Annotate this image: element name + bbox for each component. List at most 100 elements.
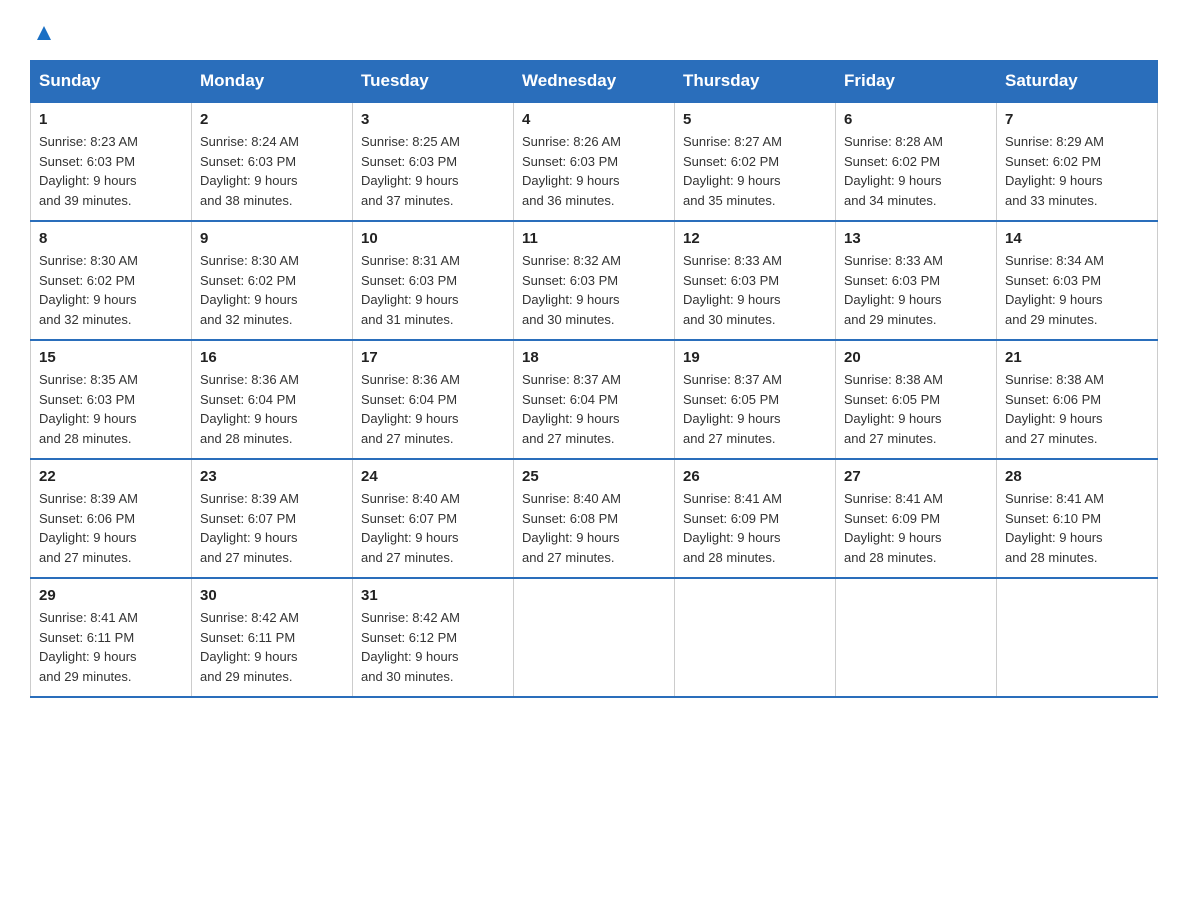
calendar-cell: 26 Sunrise: 8:41 AM Sunset: 6:09 PM Dayl…	[675, 459, 836, 578]
calendar-cell	[675, 578, 836, 697]
calendar-cell: 28 Sunrise: 8:41 AM Sunset: 6:10 PM Dayl…	[997, 459, 1158, 578]
day-info: Sunrise: 8:29 AM Sunset: 6:02 PM Dayligh…	[1005, 132, 1149, 210]
day-number: 28	[1005, 468, 1149, 485]
day-info: Sunrise: 8:42 AM Sunset: 6:11 PM Dayligh…	[200, 608, 344, 686]
calendar-week-3: 15 Sunrise: 8:35 AM Sunset: 6:03 PM Dayl…	[31, 340, 1158, 459]
day-number: 4	[522, 111, 666, 128]
calendar-cell: 24 Sunrise: 8:40 AM Sunset: 6:07 PM Dayl…	[353, 459, 514, 578]
day-number: 13	[844, 230, 988, 247]
day-info: Sunrise: 8:40 AM Sunset: 6:07 PM Dayligh…	[361, 489, 505, 567]
header-tuesday: Tuesday	[353, 61, 514, 103]
day-number: 14	[1005, 230, 1149, 247]
calendar-cell: 27 Sunrise: 8:41 AM Sunset: 6:09 PM Dayl…	[836, 459, 997, 578]
calendar-cell: 19 Sunrise: 8:37 AM Sunset: 6:05 PM Dayl…	[675, 340, 836, 459]
header-wednesday: Wednesday	[514, 61, 675, 103]
calendar-week-5: 29 Sunrise: 8:41 AM Sunset: 6:11 PM Dayl…	[31, 578, 1158, 697]
day-number: 12	[683, 230, 827, 247]
day-number: 10	[361, 230, 505, 247]
day-number: 29	[39, 587, 183, 604]
calendar-cell: 30 Sunrise: 8:42 AM Sunset: 6:11 PM Dayl…	[192, 578, 353, 697]
day-number: 18	[522, 349, 666, 366]
header-sunday: Sunday	[31, 61, 192, 103]
day-number: 15	[39, 349, 183, 366]
calendar-cell: 29 Sunrise: 8:41 AM Sunset: 6:11 PM Dayl…	[31, 578, 192, 697]
header-thursday: Thursday	[675, 61, 836, 103]
calendar-header-row: SundayMondayTuesdayWednesdayThursdayFrid…	[31, 61, 1158, 103]
day-info: Sunrise: 8:37 AM Sunset: 6:05 PM Dayligh…	[683, 370, 827, 448]
logo	[30, 20, 55, 40]
day-info: Sunrise: 8:39 AM Sunset: 6:07 PM Dayligh…	[200, 489, 344, 567]
day-number: 3	[361, 111, 505, 128]
day-info: Sunrise: 8:30 AM Sunset: 6:02 PM Dayligh…	[200, 251, 344, 329]
day-info: Sunrise: 8:31 AM Sunset: 6:03 PM Dayligh…	[361, 251, 505, 329]
day-info: Sunrise: 8:34 AM Sunset: 6:03 PM Dayligh…	[1005, 251, 1149, 329]
calendar-cell: 9 Sunrise: 8:30 AM Sunset: 6:02 PM Dayli…	[192, 221, 353, 340]
day-number: 6	[844, 111, 988, 128]
calendar-cell: 16 Sunrise: 8:36 AM Sunset: 6:04 PM Dayl…	[192, 340, 353, 459]
day-info: Sunrise: 8:36 AM Sunset: 6:04 PM Dayligh…	[361, 370, 505, 448]
calendar-cell: 17 Sunrise: 8:36 AM Sunset: 6:04 PM Dayl…	[353, 340, 514, 459]
day-info: Sunrise: 8:41 AM Sunset: 6:10 PM Dayligh…	[1005, 489, 1149, 567]
day-number: 9	[200, 230, 344, 247]
calendar-cell: 1 Sunrise: 8:23 AM Sunset: 6:03 PM Dayli…	[31, 102, 192, 221]
day-number: 16	[200, 349, 344, 366]
calendar-cell: 4 Sunrise: 8:26 AM Sunset: 6:03 PM Dayli…	[514, 102, 675, 221]
day-info: Sunrise: 8:33 AM Sunset: 6:03 PM Dayligh…	[683, 251, 827, 329]
logo-triangle-icon	[33, 22, 55, 44]
calendar-cell: 7 Sunrise: 8:29 AM Sunset: 6:02 PM Dayli…	[997, 102, 1158, 221]
calendar-cell: 20 Sunrise: 8:38 AM Sunset: 6:05 PM Dayl…	[836, 340, 997, 459]
day-info: Sunrise: 8:42 AM Sunset: 6:12 PM Dayligh…	[361, 608, 505, 686]
day-info: Sunrise: 8:35 AM Sunset: 6:03 PM Dayligh…	[39, 370, 183, 448]
day-number: 17	[361, 349, 505, 366]
day-number: 25	[522, 468, 666, 485]
day-number: 5	[683, 111, 827, 128]
calendar-cell	[514, 578, 675, 697]
calendar-cell: 25 Sunrise: 8:40 AM Sunset: 6:08 PM Dayl…	[514, 459, 675, 578]
day-info: Sunrise: 8:27 AM Sunset: 6:02 PM Dayligh…	[683, 132, 827, 210]
day-info: Sunrise: 8:41 AM Sunset: 6:09 PM Dayligh…	[844, 489, 988, 567]
day-info: Sunrise: 8:24 AM Sunset: 6:03 PM Dayligh…	[200, 132, 344, 210]
day-number: 20	[844, 349, 988, 366]
header-friday: Friday	[836, 61, 997, 103]
header-saturday: Saturday	[997, 61, 1158, 103]
calendar-cell: 6 Sunrise: 8:28 AM Sunset: 6:02 PM Dayli…	[836, 102, 997, 221]
calendar-cell: 10 Sunrise: 8:31 AM Sunset: 6:03 PM Dayl…	[353, 221, 514, 340]
day-info: Sunrise: 8:36 AM Sunset: 6:04 PM Dayligh…	[200, 370, 344, 448]
day-info: Sunrise: 8:32 AM Sunset: 6:03 PM Dayligh…	[522, 251, 666, 329]
calendar-cell: 13 Sunrise: 8:33 AM Sunset: 6:03 PM Dayl…	[836, 221, 997, 340]
calendar-cell	[836, 578, 997, 697]
calendar-cell: 8 Sunrise: 8:30 AM Sunset: 6:02 PM Dayli…	[31, 221, 192, 340]
calendar-cell: 31 Sunrise: 8:42 AM Sunset: 6:12 PM Dayl…	[353, 578, 514, 697]
calendar-cell: 15 Sunrise: 8:35 AM Sunset: 6:03 PM Dayl…	[31, 340, 192, 459]
day-info: Sunrise: 8:41 AM Sunset: 6:09 PM Dayligh…	[683, 489, 827, 567]
day-info: Sunrise: 8:39 AM Sunset: 6:06 PM Dayligh…	[39, 489, 183, 567]
day-info: Sunrise: 8:38 AM Sunset: 6:06 PM Dayligh…	[1005, 370, 1149, 448]
day-info: Sunrise: 8:26 AM Sunset: 6:03 PM Dayligh…	[522, 132, 666, 210]
day-number: 27	[844, 468, 988, 485]
day-info: Sunrise: 8:33 AM Sunset: 6:03 PM Dayligh…	[844, 251, 988, 329]
day-number: 24	[361, 468, 505, 485]
day-number: 2	[200, 111, 344, 128]
day-number: 26	[683, 468, 827, 485]
calendar-week-2: 8 Sunrise: 8:30 AM Sunset: 6:02 PM Dayli…	[31, 221, 1158, 340]
day-info: Sunrise: 8:28 AM Sunset: 6:02 PM Dayligh…	[844, 132, 988, 210]
day-number: 19	[683, 349, 827, 366]
day-info: Sunrise: 8:41 AM Sunset: 6:11 PM Dayligh…	[39, 608, 183, 686]
day-number: 1	[39, 111, 183, 128]
calendar-cell: 3 Sunrise: 8:25 AM Sunset: 6:03 PM Dayli…	[353, 102, 514, 221]
page-header	[30, 20, 1158, 40]
calendar-cell	[997, 578, 1158, 697]
day-number: 30	[200, 587, 344, 604]
day-number: 31	[361, 587, 505, 604]
day-number: 22	[39, 468, 183, 485]
header-monday: Monday	[192, 61, 353, 103]
day-info: Sunrise: 8:38 AM Sunset: 6:05 PM Dayligh…	[844, 370, 988, 448]
calendar-cell: 11 Sunrise: 8:32 AM Sunset: 6:03 PM Dayl…	[514, 221, 675, 340]
calendar-cell: 18 Sunrise: 8:37 AM Sunset: 6:04 PM Dayl…	[514, 340, 675, 459]
day-number: 11	[522, 230, 666, 247]
calendar-cell: 2 Sunrise: 8:24 AM Sunset: 6:03 PM Dayli…	[192, 102, 353, 221]
day-number: 21	[1005, 349, 1149, 366]
day-number: 23	[200, 468, 344, 485]
calendar-cell: 21 Sunrise: 8:38 AM Sunset: 6:06 PM Dayl…	[997, 340, 1158, 459]
calendar-cell: 23 Sunrise: 8:39 AM Sunset: 6:07 PM Dayl…	[192, 459, 353, 578]
